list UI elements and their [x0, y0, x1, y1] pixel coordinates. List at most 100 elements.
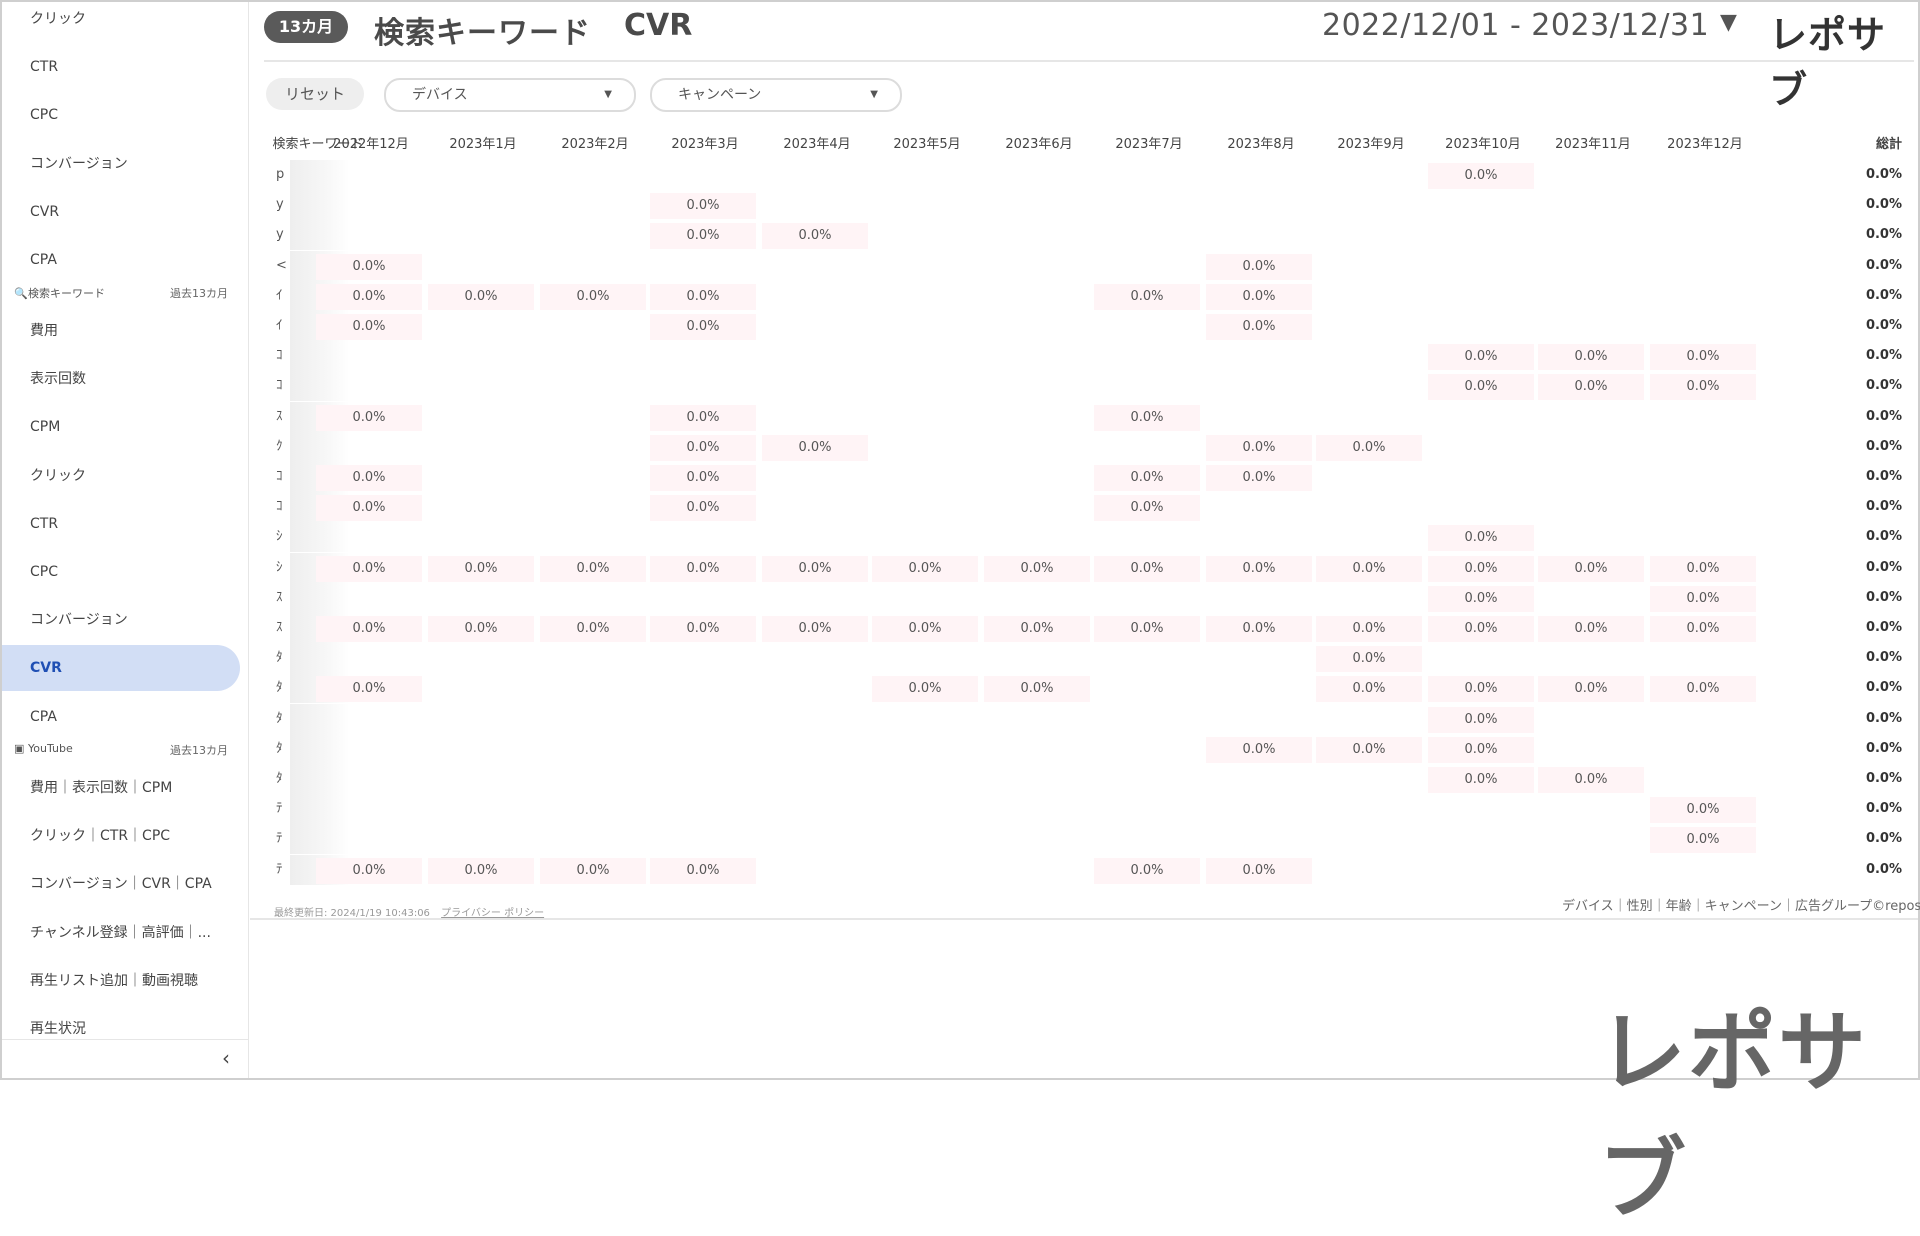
redacted-keyword — [290, 431, 348, 462]
value-cell: 0.0% — [316, 404, 422, 431]
table-row: ﾀｱ...0.0%0.0%0.0%0.0%0.0%0.0%0.0%0.0% — [268, 673, 1908, 704]
date-range-picker[interactable]: 2022/12/01 - 2023/12/31 — [1322, 8, 1709, 43]
total-cell: 0.0% — [1865, 378, 1902, 394]
page-title: 検索キーワード — [374, 16, 591, 51]
keyword-text: ﾀ — [276, 680, 283, 696]
sidebar-item[interactable]: コンバージョン — [2, 597, 240, 643]
table-row: ﾀ.0.0%0.0%0.0%0.0% — [268, 733, 1908, 764]
sidebar-item[interactable]: CPA — [2, 694, 240, 740]
total-cell: 0.0% — [1865, 348, 1902, 364]
table-row: ｲ...0.0%0.0%0.0%0.0% — [268, 311, 1908, 341]
sidebar-item[interactable]: 再生リスト追加｜動画視聴 — [2, 958, 240, 1004]
redacted-keyword — [290, 733, 348, 764]
sidebar-item[interactable]: チャンネル登録｜高評価｜... — [2, 910, 240, 956]
value-cell: 0.0% — [316, 676, 422, 703]
column-header-total[interactable]: 総計 — [1842, 132, 1902, 158]
sidebar-item[interactable]: 費用 — [2, 308, 240, 354]
sidebar-item[interactable]: CPA — [2, 237, 240, 283]
total-cell: 0.0% — [1865, 559, 1902, 575]
total-cell: 0.0% — [1865, 197, 1902, 213]
value-cell: 0.0% — [316, 465, 422, 491]
table-row: ｺ...0.0%0.0%0.0%0.0% — [268, 371, 1908, 402]
sidebar-item[interactable]: CVR — [2, 189, 240, 235]
keyword-cell: ﾀ. — [276, 703, 348, 734]
value-cell: 0.0% — [1428, 616, 1534, 642]
keyword-text: y — [276, 197, 284, 213]
table-row: y... 0.0% 0.0% — [268, 190, 1908, 221]
chevron-left-icon[interactable]: ‹ — [222, 1046, 230, 1070]
value-cell: 0.0% — [1428, 767, 1534, 793]
column-header-month[interactable]: 2023年2月 — [542, 132, 648, 158]
value-cell: 0.0% — [1538, 676, 1644, 703]
value-cell: 0.0% — [1094, 857, 1200, 884]
sidebar-item[interactable]: CPM — [2, 404, 240, 450]
total-cell: 0.0% — [1865, 620, 1902, 635]
column-header-month[interactable]: 2023年12月 — [1652, 132, 1758, 158]
value-cell: 0.0% — [540, 616, 646, 642]
sidebar-item[interactable]: CVR — [2, 645, 240, 691]
value-cell: 0.0% — [872, 616, 978, 642]
total-cell: 0.0% — [1865, 227, 1902, 243]
column-header-month[interactable]: 2023年1月 — [430, 132, 536, 158]
redacted-keyword — [290, 522, 348, 553]
value-cell: 0.0% — [428, 857, 534, 884]
keyword-text: ﾀ — [276, 710, 283, 726]
value-cell: 0.0% — [650, 283, 756, 310]
sidebar-item[interactable]: CTR — [2, 44, 240, 90]
column-header-month[interactable]: 2023年8月 — [1208, 132, 1314, 158]
value-cell: 0.0% — [1206, 616, 1312, 642]
keyword-cell: ﾃ. — [276, 794, 348, 825]
reset-button[interactable]: リセット — [266, 78, 364, 110]
keyword-cell: y — [276, 220, 348, 251]
value-cell: 0.0% — [1538, 344, 1644, 371]
value-cell: 0.0% — [1094, 283, 1200, 310]
table-row: ﾃ. 0.0% 0.0% — [268, 794, 1908, 825]
sidebar-item[interactable]: コンバージョン — [2, 141, 240, 187]
keyword-cell: ﾀ. — [276, 764, 348, 794]
keyword-text: ｺ — [276, 378, 283, 394]
keyword-text: ｽ — [276, 620, 283, 635]
column-header-month[interactable]: 2023年11月 — [1540, 132, 1646, 158]
column-header-month[interactable]: 2023年6月 — [986, 132, 1092, 158]
data-table: 検索キーワード 2022年12月 2023年1月 2023年2月 2023年3月 2023… — [268, 132, 1908, 892]
column-header-month[interactable]: 2023年7月 — [1096, 132, 1202, 158]
value-cell: 0.0% — [872, 555, 978, 582]
keyword-text: ﾀ — [276, 740, 283, 756]
sidebar-item[interactable]: CTR — [2, 501, 240, 547]
sidebar-item[interactable]: CPC — [2, 549, 240, 595]
column-header-month[interactable]: 2023年10月 — [1430, 132, 1536, 158]
sidebar-item[interactable]: クリック — [2, 453, 240, 499]
caret-down-icon[interactable]: ▼ — [1720, 10, 1737, 35]
column-header-month[interactable]: 2023年9月 — [1318, 132, 1424, 158]
divider — [250, 918, 1918, 920]
keyword-cell: ｸ... — [276, 431, 348, 462]
keyword-cell: ｺ... — [276, 371, 348, 402]
device-select[interactable]: デバイス ▼ — [384, 78, 636, 112]
redacted-keyword — [290, 220, 348, 251]
keyword-cell: p — [276, 160, 348, 190]
column-header-month[interactable]: 2023年5月 — [874, 132, 980, 158]
value-cell: 0.0% — [650, 223, 756, 250]
table-row: <0.0% 0.0% 0.0% — [268, 250, 1908, 281]
sidebar-item[interactable]: コンバージョン｜CVR｜CPA — [2, 861, 240, 907]
column-header-month[interactable]: 2022年12月 — [318, 132, 424, 158]
column-header-month[interactable]: 2023年4月 — [764, 132, 870, 158]
keyword-cell: ﾀ — [276, 643, 348, 674]
value-cell: 0.0% — [1428, 585, 1534, 612]
value-cell: 0.0% — [1650, 827, 1756, 854]
sidebar-item[interactable]: 費用｜表示回数｜CPM — [2, 765, 240, 811]
keyword-cell: ｺ — [276, 341, 348, 372]
sidebar-item[interactable]: クリック｜CTR｜CPC — [2, 813, 240, 859]
total-cell: 0.0% — [1865, 529, 1902, 545]
sidebar-item[interactable]: クリック — [2, 0, 240, 42]
value-cell: 0.0% — [1428, 736, 1534, 763]
value-cell: 0.0% — [1094, 404, 1200, 431]
column-header-month[interactable]: 2023年3月 — [652, 132, 758, 158]
value-cell: 0.0% — [1538, 767, 1644, 793]
campaign-select[interactable]: キャンペーン ▼ — [650, 78, 902, 112]
keyword-text: < — [276, 257, 287, 273]
sidebar-item[interactable]: CPC — [2, 92, 240, 138]
sidebar-item[interactable]: 表示回数 — [2, 356, 240, 402]
value-cell: 0.0% — [650, 193, 756, 220]
total-cell: 0.0% — [1865, 589, 1902, 605]
